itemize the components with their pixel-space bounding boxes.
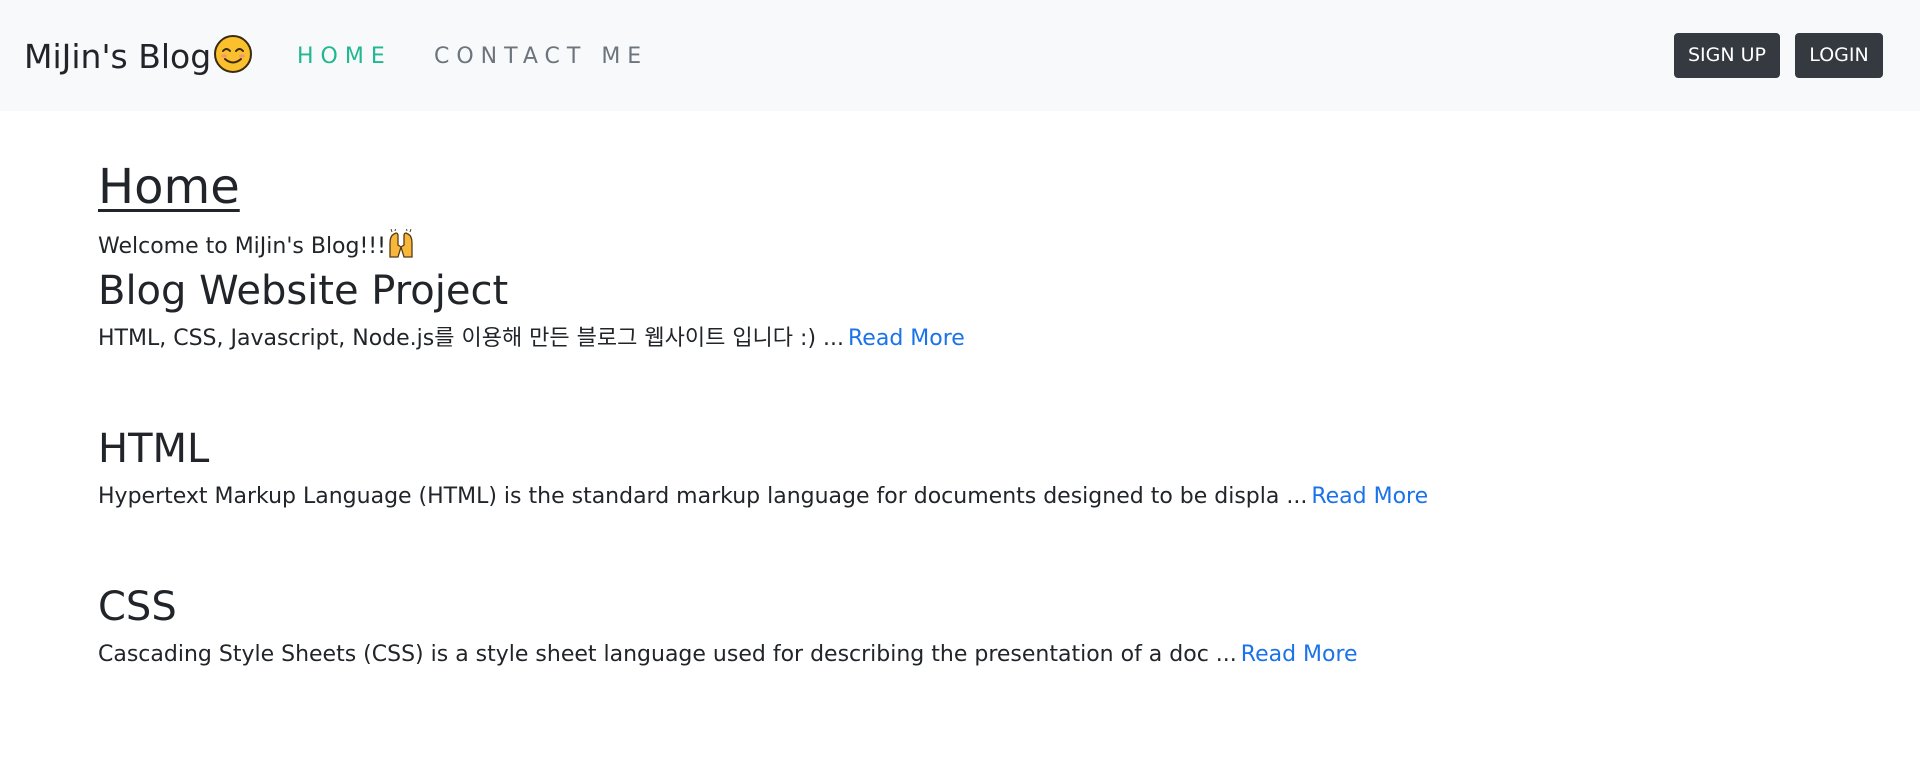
brand-logo-link[interactable]: MiJin's Blog <box>24 34 253 79</box>
post-excerpt-text: Hypertext Markup Language (HTML) is the … <box>98 484 1308 509</box>
read-more-link[interactable]: Read More <box>848 326 965 351</box>
read-more-link[interactable]: Read More <box>1311 484 1428 509</box>
smiling-face-icon <box>214 35 253 73</box>
post-excerpt: Hypertext Markup Language (HTML) is the … <box>98 482 1798 512</box>
post-card: HTML Hypertext Markup Language (HTML) is… <box>98 424 1798 512</box>
post-title: HTML <box>98 426 210 472</box>
post-excerpt-text: HTML, CSS, Javascript, Node.js를 이용해 만든 블… <box>98 326 844 351</box>
post-title: CSS <box>98 584 177 630</box>
sign-up-button[interactable]: SIGN UP <box>1674 33 1780 78</box>
welcome-message: Welcome to MiJin's Blog!!! <box>98 229 416 262</box>
login-button[interactable]: LOGIN <box>1795 33 1883 78</box>
post-excerpt-text: Cascading Style Sheets (CSS) is a style … <box>98 642 1237 667</box>
brand-text: MiJin's Blog <box>24 37 212 76</box>
post-excerpt: HTML, CSS, Javascript, Node.js를 이용해 만든 블… <box>98 324 1798 354</box>
page-title: Home <box>98 159 240 215</box>
top-navbar: MiJin's Blog HOME CONTACT ME SIGN UP LOG… <box>0 0 1920 111</box>
nav-link-contact[interactable]: CONTACT ME <box>434 44 648 70</box>
read-more-link[interactable]: Read More <box>1241 642 1358 667</box>
raising-hands-icon <box>389 229 413 258</box>
post-card: CSS Cascading Style Sheets (CSS) is a st… <box>98 582 1798 670</box>
post-excerpt: Cascading Style Sheets (CSS) is a style … <box>98 640 1798 670</box>
post-card: Blog Website Project HTML, CSS, Javascri… <box>98 266 1798 354</box>
post-title: Blog Website Project <box>98 268 509 314</box>
nav-link-home[interactable]: HOME <box>297 44 392 70</box>
welcome-text: Welcome to MiJin's Blog!!! <box>98 234 386 259</box>
